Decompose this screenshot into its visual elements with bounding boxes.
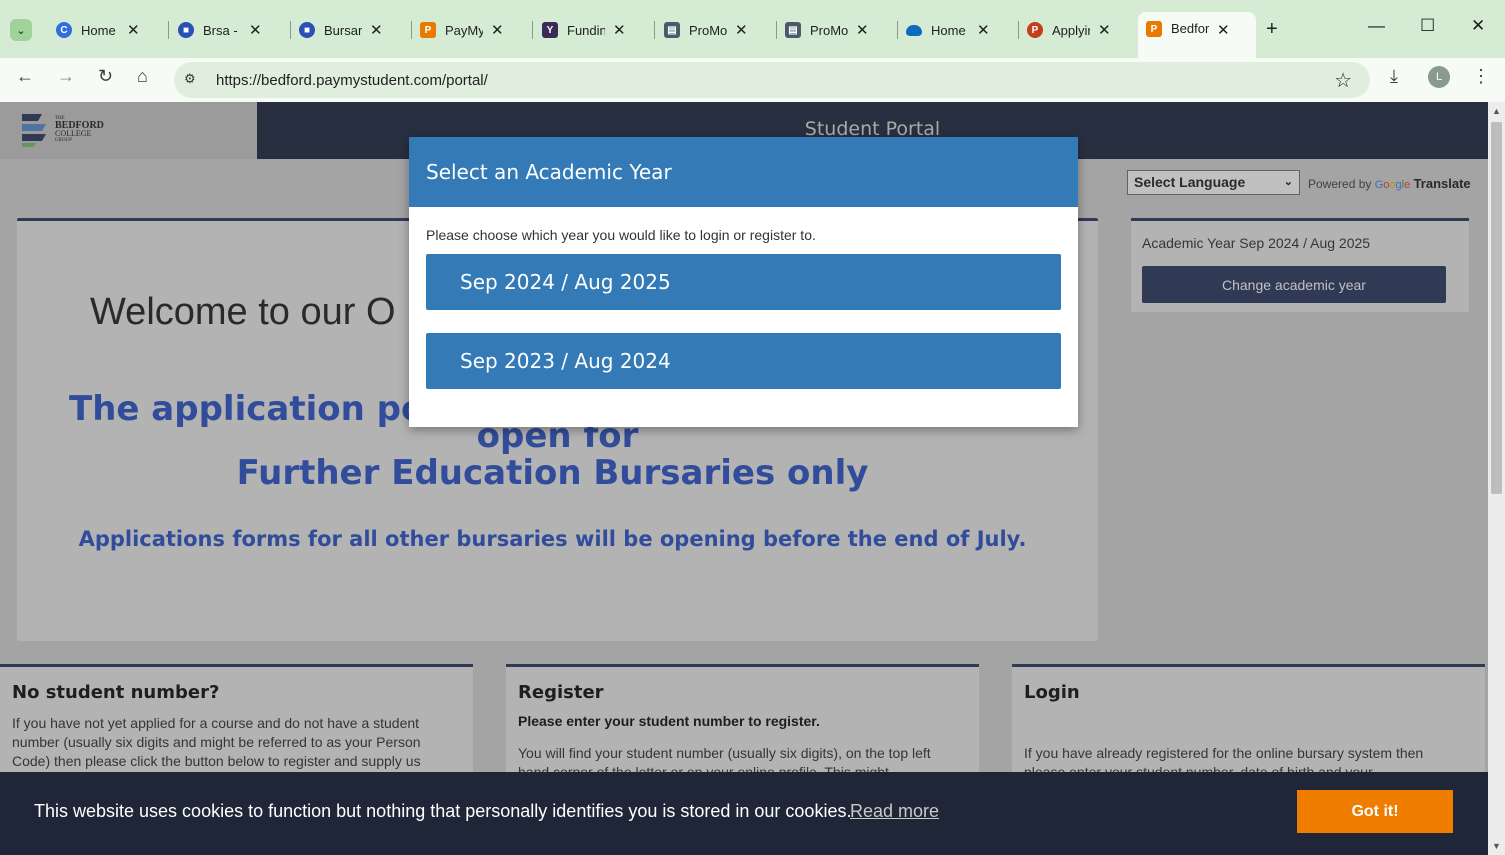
printer-icon: ■	[299, 22, 315, 38]
cookie-banner: This website uses cookies to function bu…	[0, 772, 1488, 855]
paymystudent-icon: P	[420, 22, 436, 38]
tab-title: Bedfor	[1171, 21, 1209, 36]
browser-tab[interactable]: P PayMy ✕	[412, 12, 533, 48]
window-close-icon[interactable]: ✕	[1471, 16, 1485, 36]
tab-title: Applyir	[1052, 22, 1090, 38]
tab-title: Fundin	[567, 22, 605, 38]
browser-tab[interactable]: ▤ ProMo ✕	[656, 12, 777, 48]
download-icon[interactable]: ⤓	[1390, 66, 1398, 87]
tab-close-icon[interactable]: ✕	[977, 21, 990, 39]
browser-tab[interactable]: P Applyir ✕	[1019, 12, 1137, 48]
cookie-message: This website uses cookies to function bu…	[34, 801, 852, 821]
tab-close-icon[interactable]: ✕	[249, 21, 262, 39]
year-option-button[interactable]: Sep 2023 / Aug 2024	[426, 333, 1061, 389]
tab-close-icon[interactable]: ✕	[127, 21, 140, 39]
maximize-icon[interactable]: ☐	[1420, 16, 1435, 36]
paymystudent-icon: P	[1146, 21, 1162, 37]
tab-close-icon[interactable]: ✕	[613, 21, 626, 39]
tab-close-icon[interactable]: ✕	[491, 21, 504, 39]
powerpoint-icon: P	[1027, 22, 1043, 38]
tab-title: Home	[81, 22, 116, 38]
scrollbar-thumb[interactable]	[1491, 122, 1502, 494]
forward-arrow-icon[interactable]: →	[57, 66, 75, 87]
browser-tab-active[interactable]: P Bedfor ✕	[1138, 12, 1256, 58]
tab-title: Brsa - F	[203, 22, 241, 38]
kebab-menu-icon[interactable]: ⋮	[1472, 66, 1490, 87]
tab-separator	[654, 21, 655, 39]
scroll-up-arrow-icon[interactable]: ▲	[1492, 106, 1501, 116]
cookie-read-more-link[interactable]: Read more	[850, 801, 939, 822]
tab-close-icon[interactable]: ✕	[370, 21, 383, 39]
site-settings-icon[interactable]: ⚙	[184, 71, 196, 87]
tab-title: ProMo	[689, 22, 727, 38]
tab-close-icon[interactable]: ✕	[1217, 21, 1230, 39]
modal-prompt: Please choose which year you would like …	[426, 227, 816, 243]
browser-tab[interactable]: ■ Brsa - F ✕	[170, 12, 291, 48]
page-scrollbar[interactable]: ▲ ▼	[1488, 102, 1505, 855]
funding-icon: Y	[542, 22, 558, 38]
modal-title: Select an Academic Year	[426, 160, 672, 184]
browser-tabstrip: ⌄ C Home ✕ ■ Brsa - F ✕ ■ Bursary ✕ P Pa…	[0, 0, 1505, 58]
year-option-button[interactable]: Sep 2024 / Aug 2025	[426, 254, 1061, 310]
onedrive-icon	[906, 24, 922, 36]
promonitor-icon: ▤	[785, 22, 801, 38]
browser-tab[interactable]: C Home ✕	[48, 12, 169, 48]
tab-title: Home	[931, 22, 966, 38]
browser-tab[interactable]: ▤ ProMo ✕	[777, 12, 898, 48]
tab-title: ProMo	[810, 22, 848, 38]
tab-title: Bursary	[324, 22, 362, 38]
academic-year-modal: Select an Academic Year Please choose wh…	[409, 137, 1078, 427]
tab-separator	[532, 21, 533, 39]
url-text[interactable]: https://bedford.paymystudent.com/portal/	[216, 72, 488, 89]
tab-separator	[168, 21, 169, 39]
scroll-down-arrow-icon[interactable]: ▼	[1492, 841, 1501, 851]
browser-tab[interactable]: Home ✕	[898, 12, 1019, 48]
back-arrow-icon[interactable]: ←	[16, 66, 34, 87]
address-bar[interactable]: ⚙ https://bedford.paymystudent.com/porta…	[174, 62, 1370, 98]
minimize-icon[interactable]: —	[1368, 16, 1385, 36]
tab-close-icon[interactable]: ✕	[735, 21, 748, 39]
profile-avatar[interactable]: L	[1428, 66, 1450, 88]
browser-toolbar: ← → ↻ ⌂ ⚙ https://bedford.paymystudent.c…	[0, 58, 1505, 102]
bookmark-star-icon[interactable]: ☆	[1334, 68, 1352, 93]
tab-search-chevron-icon[interactable]: ⌄	[10, 19, 32, 41]
tab-title: PayMy	[445, 22, 483, 38]
copilot-icon: C	[56, 22, 72, 38]
browser-tab[interactable]: Y Fundin ✕	[534, 12, 655, 48]
cookie-accept-button[interactable]: Got it!	[1297, 790, 1453, 833]
reload-icon[interactable]: ↻	[98, 66, 113, 87]
promonitor-icon: ▤	[664, 22, 680, 38]
new-tab-plus-icon[interactable]: +	[1266, 18, 1278, 41]
browser-tab[interactable]: ■ Bursary ✕	[291, 12, 412, 48]
tab-close-icon[interactable]: ✕	[856, 21, 869, 39]
modal-header: Select an Academic Year	[409, 137, 1078, 207]
home-icon[interactable]: ⌂	[137, 66, 148, 87]
printer-icon: ■	[178, 22, 194, 38]
tab-close-icon[interactable]: ✕	[1098, 21, 1111, 39]
